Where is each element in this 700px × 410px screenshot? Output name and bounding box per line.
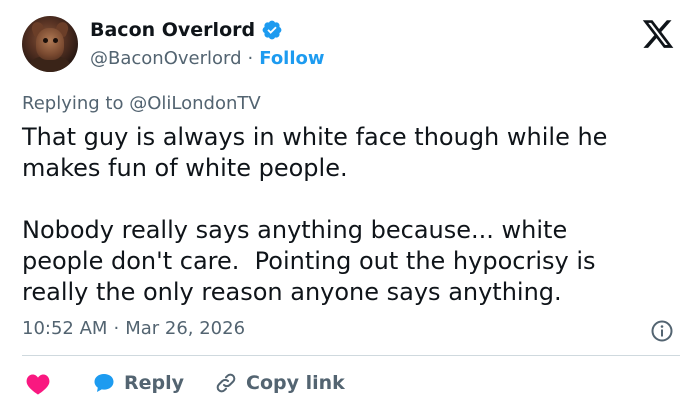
author-handle-row: @BaconOverlord · Follow xyxy=(90,48,325,69)
avatar-face xyxy=(36,28,64,60)
avatar-eye-left xyxy=(43,38,48,43)
action-bar: Reply Copy link xyxy=(22,368,680,398)
author-name-row: Bacon Overlord xyxy=(90,19,283,41)
reply-button[interactable]: Reply xyxy=(92,368,184,398)
divider xyxy=(22,355,680,356)
tweet-text: That guy is always in white face though … xyxy=(22,123,608,306)
x-logo-icon[interactable] xyxy=(638,17,678,51)
speech-bubble-icon xyxy=(94,374,114,392)
replying-to-label: Replying to xyxy=(22,93,124,114)
avatar[interactable] xyxy=(22,16,78,72)
replying-to-handle[interactable]: @OliLondonTV xyxy=(129,93,260,114)
reply-label: Reply xyxy=(124,372,185,394)
author-handle[interactable]: @BaconOverlord xyxy=(90,48,242,69)
verified-badge-icon xyxy=(262,20,282,40)
author-display-name[interactable]: Bacon Overlord xyxy=(90,19,255,41)
heart-icon[interactable] xyxy=(26,373,50,395)
tweet-date: Mar 26, 2026 xyxy=(125,318,246,339)
tweet-card: Bacon Overlord @BaconOverlord · Follow R… xyxy=(0,0,700,410)
copy-link-label: Copy link xyxy=(246,372,345,394)
copy-link-button[interactable]: Copy link xyxy=(214,368,345,398)
tweet-timestamp[interactable]: 10:52 AM · Mar 26, 2026 xyxy=(22,318,245,339)
replying-to-line: Replying to @OliLondonTV xyxy=(22,93,261,114)
link-icon xyxy=(216,373,236,393)
info-icon[interactable] xyxy=(650,319,674,343)
timestamp-separator: · xyxy=(113,318,120,339)
avatar-eye-right xyxy=(53,38,58,43)
handle-separator: · xyxy=(247,48,254,69)
follow-button[interactable]: Follow xyxy=(259,48,324,69)
tweet-time: 10:52 AM xyxy=(22,318,108,339)
